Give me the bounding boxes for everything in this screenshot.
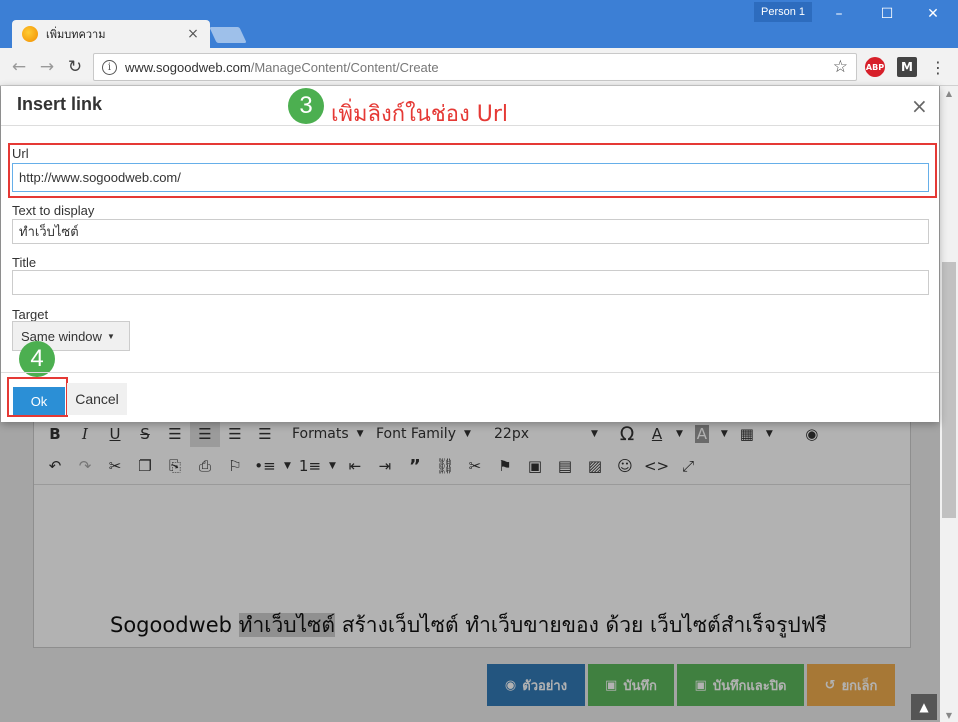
scroll-up-icon[interactable]: ▲ — [940, 86, 958, 100]
browser-titlebar: เพิ่มบทความ × Person 1 – ☐ ✕ — [0, 0, 958, 48]
dialog-footer: Ok Cancel — [1, 372, 939, 422]
bookmark-star-icon[interactable]: ☆ — [833, 57, 848, 77]
browser-tab[interactable]: เพิ่มบทความ × — [12, 20, 210, 48]
menu-icon[interactable]: ⋮ — [928, 57, 948, 77]
text-to-display-input[interactable]: ทำเว็บไซต์ — [12, 219, 929, 244]
url-path: /ManageContent/Content/Create — [250, 59, 439, 75]
favicon-icon — [22, 26, 38, 42]
insert-link-dialog: Insert link × 3 เพิ่มลิงก์ในช่อง Url Url… — [1, 86, 939, 422]
page-scrollbar[interactable]: ▲ ▼ — [940, 86, 958, 722]
scroll-thumb[interactable] — [942, 262, 956, 518]
title-input[interactable] — [12, 270, 929, 295]
tab-close-icon[interactable]: × — [186, 26, 200, 42]
dialog-close-icon[interactable]: × — [911, 94, 928, 118]
dialog-title: Insert link — [17, 94, 103, 114]
adblock-icon[interactable]: ABP — [865, 57, 885, 77]
title-label: Title — [12, 255, 37, 270]
chevron-down-icon: ▼ — [106, 331, 115, 341]
step-3-instruction: เพิ่มลิงก์ในช่อง Url — [331, 102, 508, 127]
text-to-display-label: Text to display — [12, 203, 95, 218]
ok-button[interactable]: Ok — [13, 387, 65, 415]
window-close-icon[interactable]: ✕ — [910, 3, 956, 25]
new-tab-button[interactable] — [209, 27, 247, 43]
extension-m-icon[interactable]: M — [897, 57, 917, 77]
forward-icon[interactable]: → — [36, 56, 58, 78]
minimize-icon[interactable]: – — [816, 3, 862, 25]
maximize-icon[interactable]: ☐ — [864, 3, 910, 25]
tab-title: เพิ่มบทความ — [46, 28, 106, 41]
address-url: www.sogoodweb.com/ManageContent/Content/… — [125, 60, 833, 75]
url-host: www.sogoodweb.com — [125, 59, 251, 75]
cancel-button[interactable]: Cancel — [67, 383, 127, 415]
back-to-top-button[interactable]: ▲ — [911, 694, 937, 720]
back-icon[interactable]: ← — [8, 56, 30, 78]
info-icon[interactable]: i — [102, 59, 117, 75]
url-input[interactable]: http://www.sogoodweb.com/ — [12, 163, 929, 192]
profile-button[interactable]: Person 1 — [754, 2, 812, 22]
target-label: Target — [12, 307, 49, 322]
scroll-down-icon[interactable]: ▼ — [940, 708, 958, 722]
browser-toolbar: ← → ↻ i www.sogoodweb.com/ManageContent/… — [0, 48, 958, 86]
address-bar[interactable]: i www.sogoodweb.com/ManageContent/Conten… — [93, 53, 857, 81]
url-label: Url — [12, 146, 29, 161]
step-3-badge: 3 — [288, 88, 324, 124]
reload-icon[interactable]: ↻ — [64, 56, 86, 78]
